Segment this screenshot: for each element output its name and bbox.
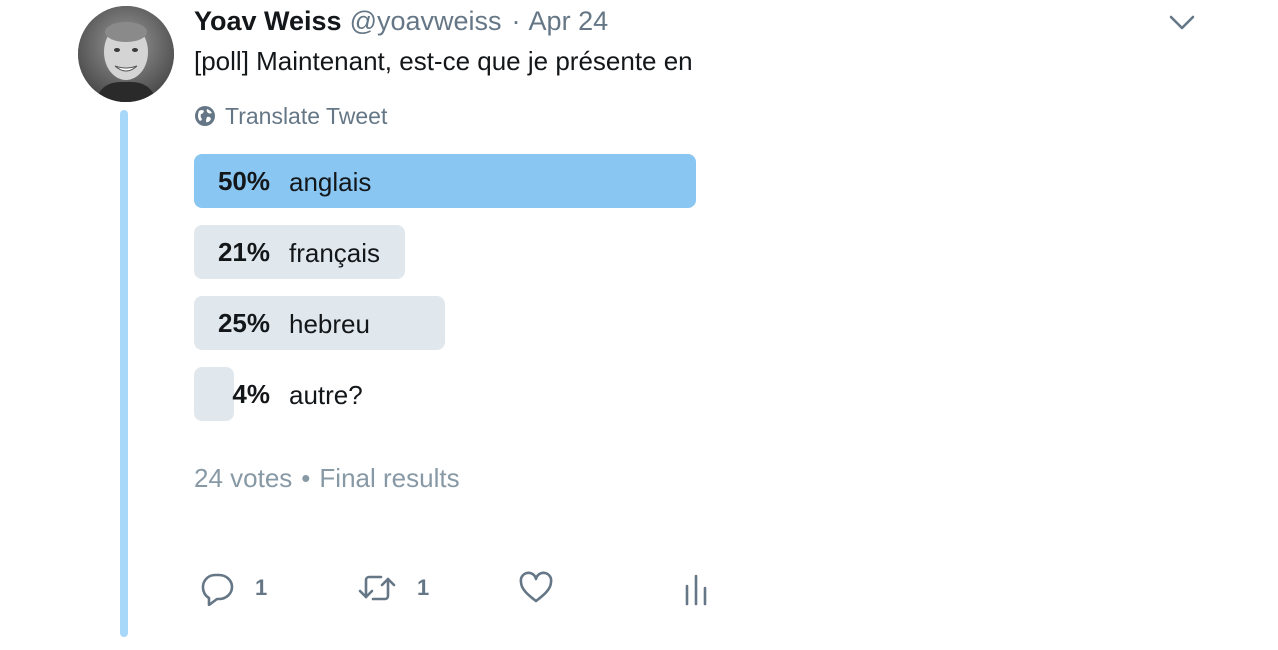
analytics-button[interactable] [680,568,712,608]
avatar-photo [78,6,174,102]
avatar[interactable] [78,6,174,102]
retweet-button[interactable]: 1 [357,568,429,608]
tweet-text: [poll] Maintenant, est-ce que je présent… [194,46,693,76]
tweet-menu-button[interactable] [1166,9,1198,35]
reply-count: 1 [255,575,268,600]
analytics-icon [685,574,707,606]
poll-votes: 24 votes [194,463,293,493]
poll-label-2: hebreu [289,309,370,339]
retweet-icon [358,575,396,601]
poll-label-3: autre? [289,380,363,410]
poll-label-1: français [289,238,381,268]
reply-button[interactable]: 1 [199,568,267,608]
author-name[interactable]: Yoav Weiss [194,4,342,38]
poll-option-1: 21% français [194,225,754,279]
translate-label: Translate Tweet [225,102,388,129]
poll-footer-dot: • [301,463,311,493]
tweet-date[interactable]: Apr 24 [529,4,609,38]
poll-label-0: anglais [289,167,372,197]
header-separator: · [511,6,521,36]
translate-tweet-link[interactable]: Translate Tweet [194,100,387,132]
retweet-count: 1 [417,575,430,600]
tweet-header: Yoav Weiss @yoavweiss · Apr 24 [194,4,608,38]
poll-status: Final results [319,463,460,493]
chevron-down-icon [1169,15,1195,30]
poll-footer: 24 votes • Final results [194,460,460,496]
poll-percent-2: 25% [217,308,270,338]
poll-percent-0: 50% [217,166,270,196]
globe-icon [195,106,215,126]
author-handle[interactable]: @yoavweiss [350,4,502,38]
poll-option-2: 25% hebreu [194,296,754,350]
poll-option-3: 4% autre? [194,367,754,421]
poll-option-0: 50% anglais [194,154,754,208]
poll-percent-1: 21% [217,237,270,267]
like-button[interactable] [518,568,554,608]
reply-icon [201,573,234,606]
heart-icon [519,571,553,603]
poll-percent-3: 4% [232,379,270,409]
thread-line [120,110,128,637]
